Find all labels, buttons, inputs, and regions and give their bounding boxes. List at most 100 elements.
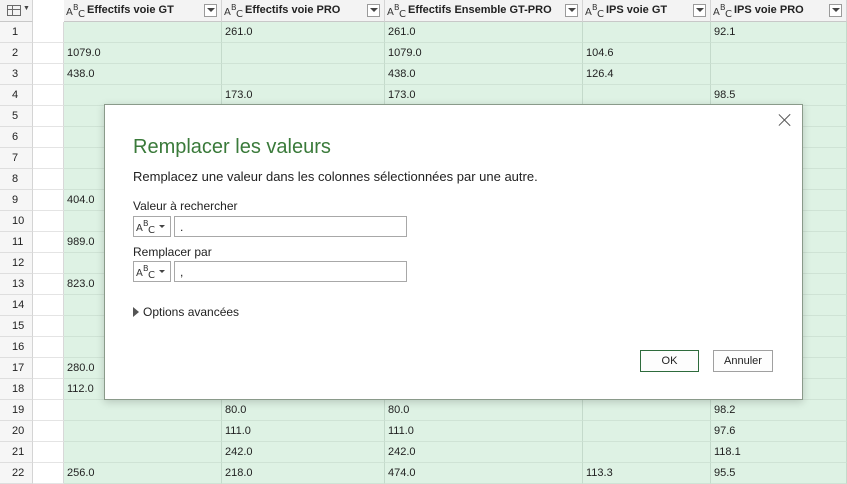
table-cell[interactable] bbox=[583, 442, 711, 463]
column-filter-dropdown[interactable] bbox=[829, 4, 842, 17]
table-cell[interactable] bbox=[222, 64, 385, 85]
column-filter-dropdown[interactable] bbox=[367, 4, 380, 17]
find-type-dropdown[interactable]: ABC bbox=[133, 216, 171, 237]
table-cell[interactable] bbox=[583, 85, 711, 106]
table-cell[interactable]: 80.0 bbox=[385, 400, 583, 421]
table-cell[interactable]: 242.0 bbox=[385, 442, 583, 463]
row-number[interactable]: 4 bbox=[0, 85, 33, 106]
row-number[interactable]: 8 bbox=[0, 169, 33, 190]
column-filter-dropdown[interactable] bbox=[204, 4, 217, 17]
row-number[interactable]: 3 bbox=[0, 64, 33, 85]
table-cell-blank[interactable] bbox=[33, 316, 64, 337]
table-cell[interactable]: 261.0 bbox=[222, 22, 385, 43]
table-cell[interactable]: 126.4 bbox=[583, 64, 711, 85]
row-number[interactable]: 18 bbox=[0, 379, 33, 400]
row-number[interactable]: 9 bbox=[0, 190, 33, 211]
table-cell-blank[interactable] bbox=[33, 64, 64, 85]
table-cell[interactable]: 111.0 bbox=[222, 421, 385, 442]
row-number[interactable]: 2 bbox=[0, 43, 33, 64]
table-cell-blank[interactable] bbox=[33, 211, 64, 232]
table-cell[interactable]: 98.5 bbox=[711, 85, 847, 106]
table-menu-button[interactable]: ▼ bbox=[0, 0, 33, 22]
row-number[interactable]: 11 bbox=[0, 232, 33, 253]
row-number[interactable]: 15 bbox=[0, 316, 33, 337]
table-cell[interactable]: 218.0 bbox=[222, 463, 385, 484]
row-number[interactable]: 22 bbox=[0, 463, 33, 484]
table-cell[interactable]: 113.3 bbox=[583, 463, 711, 484]
table-cell[interactable]: 173.0 bbox=[222, 85, 385, 106]
table-cell[interactable]: 1079.0 bbox=[385, 43, 583, 64]
find-value-input[interactable] bbox=[174, 216, 407, 237]
cancel-button[interactable]: Annuler bbox=[713, 350, 773, 372]
row-number[interactable]: 7 bbox=[0, 148, 33, 169]
table-cell[interactable]: 256.0 bbox=[64, 463, 222, 484]
table-cell-blank[interactable] bbox=[33, 421, 64, 442]
table-cell[interactable]: 104.6 bbox=[583, 43, 711, 64]
row-number[interactable]: 13 bbox=[0, 274, 33, 295]
table-cell-blank[interactable] bbox=[33, 106, 64, 127]
table-cell-blank[interactable] bbox=[33, 463, 64, 484]
table-cell[interactable] bbox=[64, 85, 222, 106]
table-cell[interactable]: 438.0 bbox=[64, 64, 222, 85]
table-cell[interactable]: 92.1 bbox=[711, 22, 847, 43]
table-cell-blank[interactable] bbox=[33, 22, 64, 43]
table-cell[interactable] bbox=[222, 43, 385, 64]
table-cell-blank[interactable] bbox=[33, 358, 64, 379]
advanced-options-toggle[interactable]: Options avancées bbox=[133, 305, 239, 319]
table-cell-blank[interactable] bbox=[33, 295, 64, 316]
table-cell[interactable]: 97.6 bbox=[711, 421, 847, 442]
table-cell-blank[interactable] bbox=[33, 85, 64, 106]
row-number[interactable]: 21 bbox=[0, 442, 33, 463]
table-cell[interactable]: 1079.0 bbox=[64, 43, 222, 64]
column-header[interactable]: A B C Effectifs voie GT bbox=[64, 0, 222, 22]
column-header[interactable]: A B C IPS voie GT bbox=[583, 0, 711, 22]
table-cell[interactable]: 80.0 bbox=[222, 400, 385, 421]
replace-value-input[interactable] bbox=[174, 261, 407, 282]
row-number[interactable]: 1 bbox=[0, 22, 33, 43]
row-number[interactable]: 12 bbox=[0, 253, 33, 274]
column-header[interactable]: A B C IPS voie PRO bbox=[711, 0, 847, 22]
table-cell[interactable] bbox=[711, 64, 847, 85]
row-number[interactable]: 6 bbox=[0, 127, 33, 148]
table-cell-blank[interactable] bbox=[33, 190, 64, 211]
table-cell[interactable]: 438.0 bbox=[385, 64, 583, 85]
table-cell-blank[interactable] bbox=[33, 148, 64, 169]
table-cell[interactable] bbox=[583, 400, 711, 421]
table-cell[interactable] bbox=[583, 22, 711, 43]
row-number[interactable]: 5 bbox=[0, 106, 33, 127]
table-cell[interactable]: 98.2 bbox=[711, 400, 847, 421]
table-cell[interactable] bbox=[64, 442, 222, 463]
table-cell[interactable]: 242.0 bbox=[222, 442, 385, 463]
row-number[interactable]: 16 bbox=[0, 337, 33, 358]
table-cell[interactable]: 474.0 bbox=[385, 463, 583, 484]
table-cell[interactable]: 173.0 bbox=[385, 85, 583, 106]
column-filter-dropdown[interactable] bbox=[565, 4, 578, 17]
ok-button[interactable]: OK bbox=[640, 350, 699, 372]
table-cell[interactable] bbox=[711, 43, 847, 64]
table-cell[interactable] bbox=[64, 400, 222, 421]
table-cell-blank[interactable] bbox=[33, 274, 64, 295]
row-number[interactable]: 17 bbox=[0, 358, 33, 379]
table-cell-blank[interactable] bbox=[33, 442, 64, 463]
table-cell[interactable] bbox=[583, 421, 711, 442]
table-cell-blank[interactable] bbox=[33, 232, 64, 253]
table-cell[interactable] bbox=[64, 421, 222, 442]
table-cell-blank[interactable] bbox=[33, 400, 64, 421]
column-header[interactable]: A B C Effectifs Ensemble GT-PRO bbox=[385, 0, 583, 22]
column-header[interactable]: A B C Effectifs voie PRO bbox=[222, 0, 385, 22]
row-number[interactable]: 20 bbox=[0, 421, 33, 442]
row-number[interactable]: 14 bbox=[0, 295, 33, 316]
column-filter-dropdown[interactable] bbox=[693, 4, 706, 17]
table-cell-blank[interactable] bbox=[33, 127, 64, 148]
table-cell[interactable]: 118.1 bbox=[711, 442, 847, 463]
close-icon[interactable] bbox=[778, 113, 792, 127]
row-number[interactable]: 19 bbox=[0, 400, 33, 421]
table-cell[interactable]: 261.0 bbox=[385, 22, 583, 43]
table-cell-blank[interactable] bbox=[33, 379, 64, 400]
table-cell-blank[interactable] bbox=[33, 169, 64, 190]
table-cell[interactable]: 111.0 bbox=[385, 421, 583, 442]
replace-type-dropdown[interactable]: ABC bbox=[133, 261, 171, 282]
table-cell-blank[interactable] bbox=[33, 337, 64, 358]
table-cell-blank[interactable] bbox=[33, 43, 64, 64]
table-cell[interactable] bbox=[64, 22, 222, 43]
